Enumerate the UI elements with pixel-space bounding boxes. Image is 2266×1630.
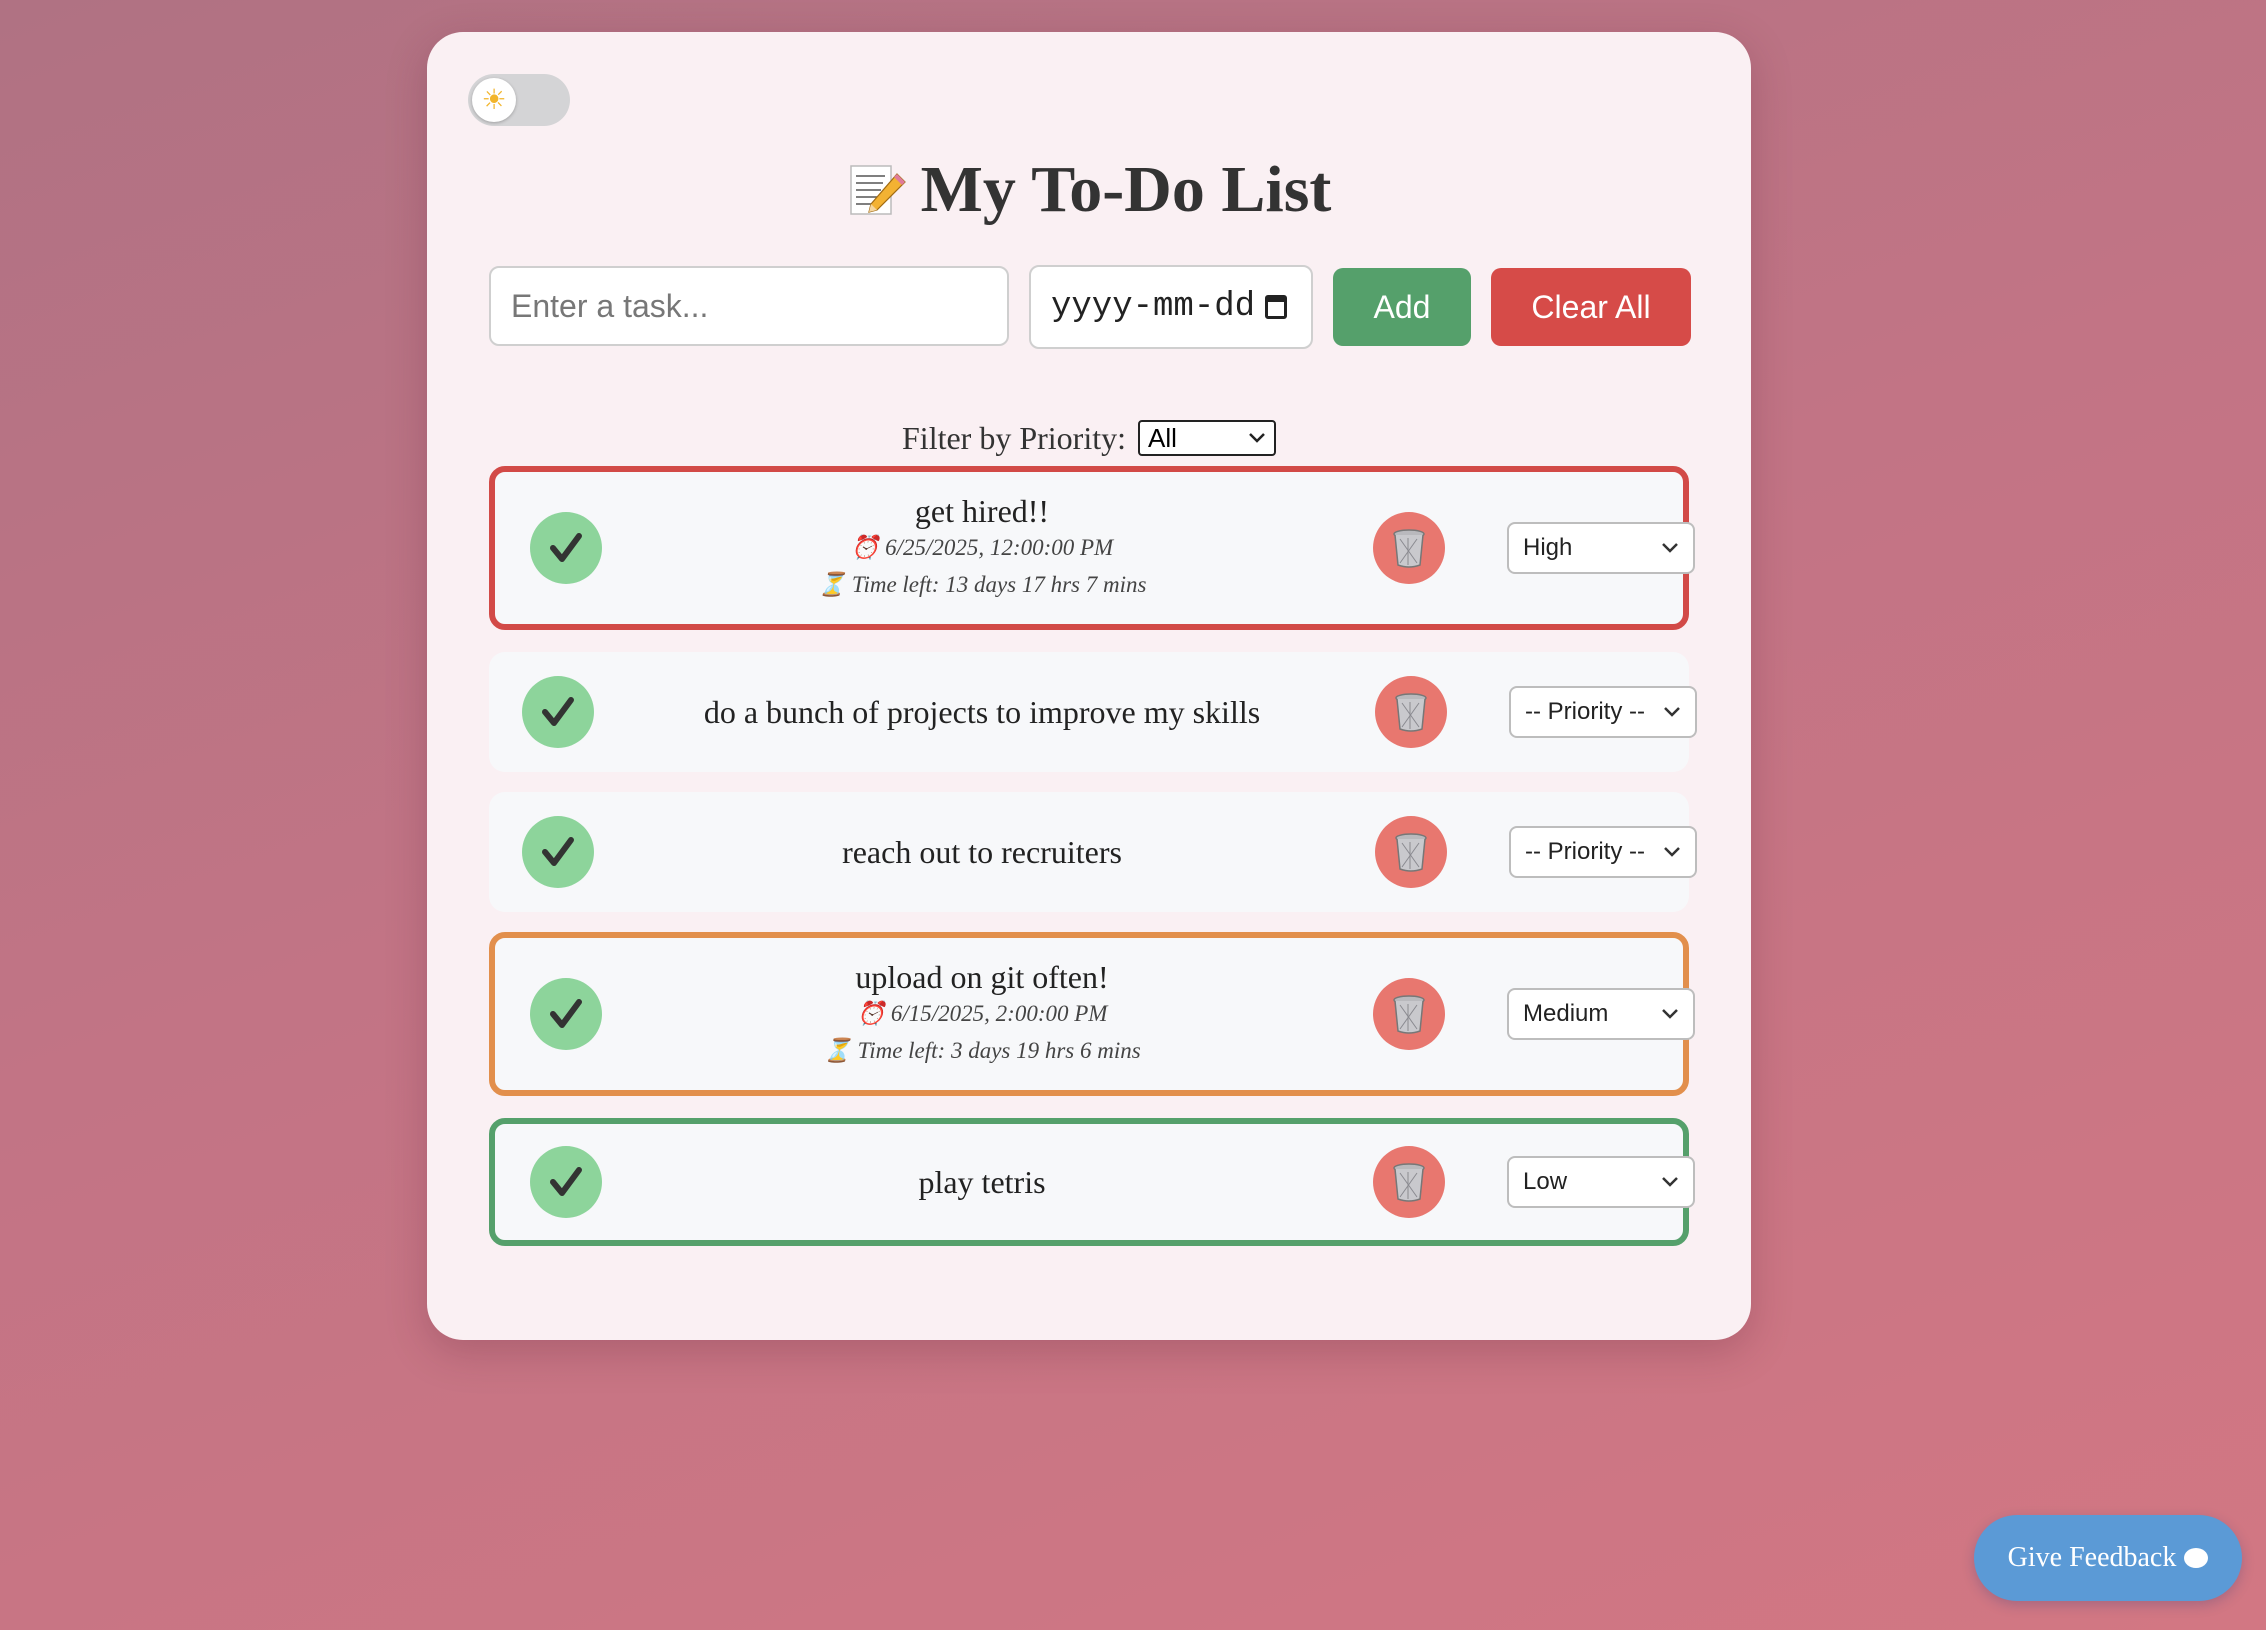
trash-icon — [1393, 529, 1425, 568]
complete-button[interactable] — [530, 1146, 602, 1218]
task-time-left: ⏳ Time left: 13 days 17 hrs 7 mins — [817, 572, 1147, 598]
trash-icon — [1393, 995, 1425, 1034]
complete-button[interactable] — [522, 676, 594, 748]
filter-row: Filter by Priority: All — [427, 416, 1751, 460]
priority-value: -- Priority -- — [1525, 698, 1645, 725]
calendar-icon[interactable] — [1265, 295, 1288, 319]
priority-value: Medium — [1523, 1000, 1609, 1027]
priority-select[interactable]: High — [1507, 522, 1695, 574]
priority-value: Low — [1523, 1168, 1568, 1195]
priority-select[interactable]: Low — [1507, 1156, 1695, 1208]
complete-button[interactable] — [530, 978, 602, 1050]
trash-icon — [1395, 693, 1427, 732]
checkmark-icon — [550, 1167, 582, 1196]
complete-button[interactable] — [522, 816, 594, 888]
trash-icon — [1395, 833, 1427, 872]
complete-button[interactable] — [530, 512, 602, 584]
sun-icon: ☀ — [472, 78, 516, 122]
task-item: do a bunch of projects to improve my ski… — [489, 652, 1697, 772]
todo-card: ☀ My To-Do List yyyy-mm-dd Add Clear All… — [427, 32, 1751, 1340]
task-text: play tetris — [918, 1163, 1046, 1200]
page-title: My To-Do List — [920, 153, 1332, 226]
delete-button[interactable] — [1373, 978, 1445, 1050]
checkmark-icon — [542, 837, 574, 866]
checkmark-icon — [550, 533, 582, 562]
priority-value: High — [1523, 534, 1573, 561]
task-time-left: ⏳ Time left: 3 days 19 hrs 6 mins — [823, 1038, 1141, 1064]
chevron-down-icon — [1662, 543, 1678, 553]
delete-button[interactable] — [1375, 676, 1447, 748]
feedback-label: Give Feedback — [2007, 1542, 2177, 1573]
theme-toggle[interactable]: ☀ — [468, 74, 570, 126]
task-content: do a bunch of projects to improve my ski… — [619, 652, 1345, 772]
task-text: upload on git often! — [855, 959, 1109, 995]
header: My To-Do List — [427, 140, 1751, 240]
task-item: reach out to recruiters -- Priority -- — [489, 792, 1697, 912]
trash-icon — [1393, 1163, 1425, 1202]
priority-select[interactable]: -- Priority -- — [1509, 826, 1697, 878]
delete-button[interactable] — [1373, 512, 1445, 584]
task-content: play tetris — [625, 1124, 1339, 1240]
chevron-down-icon — [1662, 1177, 1678, 1187]
chevron-down-icon — [1249, 433, 1265, 443]
task-text: reach out to recruiters — [842, 833, 1122, 870]
task-due-date: ⏰ 6/25/2025, 12:00:00 PM — [850, 535, 1114, 561]
date-placeholder: yyyy-mm-dd — [1051, 288, 1256, 326]
task-due-date: ⏰ 6/15/2025, 2:00:00 PM — [856, 1001, 1108, 1027]
task-text: get hired!! — [914, 493, 1050, 529]
memo-pencil-icon — [847, 160, 907, 220]
checkmark-icon — [542, 697, 574, 726]
speech-bubble-icon — [2184, 1548, 2209, 1568]
task-content: upload on git often! ⏰ 6/15/2025, 2:00:0… — [625, 938, 1339, 1090]
task-item: play tetris Low — [489, 1118, 1695, 1246]
chevron-down-icon — [1664, 707, 1680, 717]
task-content: reach out to recruiters — [619, 792, 1345, 912]
delete-button[interactable] — [1375, 816, 1447, 888]
priority-select[interactable]: Medium — [1507, 988, 1695, 1040]
filter-label: Filter by Priority: — [902, 419, 1126, 456]
priority-select[interactable]: -- Priority -- — [1509, 686, 1697, 738]
clear-all-button[interactable]: Clear All — [1491, 268, 1691, 346]
chevron-down-icon — [1662, 1009, 1678, 1019]
delete-button[interactable] — [1373, 1146, 1445, 1218]
task-input[interactable] — [489, 266, 1009, 346]
priority-filter-select[interactable]: All — [1138, 420, 1276, 456]
checkmark-icon — [550, 999, 582, 1028]
add-button[interactable]: Add — [1333, 268, 1471, 346]
task-text: do a bunch of projects to improve my ski… — [703, 693, 1261, 730]
date-input[interactable]: yyyy-mm-dd — [1029, 265, 1313, 349]
task-item: upload on git often! ⏰ 6/15/2025, 2:00:0… — [489, 932, 1695, 1096]
filter-selected-value: All — [1148, 422, 1177, 453]
chevron-down-icon — [1664, 847, 1680, 857]
priority-value: -- Priority -- — [1525, 838, 1645, 865]
task-content: get hired!! ⏰ 6/25/2025, 12:00:00 PM ⏳ T… — [625, 472, 1339, 624]
give-feedback-button[interactable]: Give Feedback — [1974, 1515, 2242, 1601]
task-item: get hired!! ⏰ 6/25/2025, 12:00:00 PM ⏳ T… — [489, 466, 1695, 630]
